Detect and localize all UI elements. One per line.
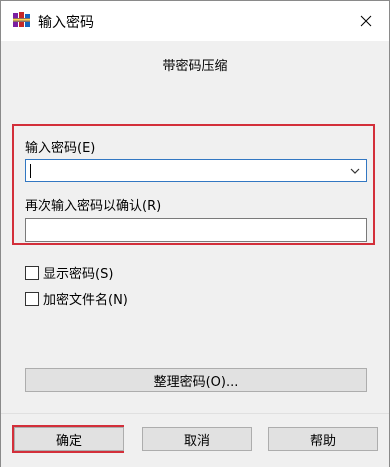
- dialog-footer: 确定 取消 帮助: [1, 413, 389, 467]
- show-password-checkbox[interactable]: [25, 265, 39, 280]
- close-icon: [360, 15, 372, 27]
- dialog-subtitle: 带密码压缩: [162, 59, 228, 74]
- encrypt-filenames-label: 加密文件名(N): [43, 293, 128, 308]
- encrypt-filenames-option[interactable]: 加密文件名(N): [25, 289, 128, 308]
- confirm-password-label: 再次输入密码以确认(R): [25, 199, 162, 214]
- dialog-content: 带密码压缩 输入密码(E) 再次输入密码以确认(R) 显示密码(S) 加密文件名…: [1, 41, 389, 413]
- encrypt-filenames-checkbox[interactable]: [25, 291, 39, 306]
- cancel-button[interactable]: 取消: [142, 427, 252, 451]
- confirm-password-input[interactable]: [25, 218, 367, 242]
- password-label: 输入密码(E): [25, 141, 96, 156]
- help-button[interactable]: 帮助: [268, 427, 378, 451]
- close-button[interactable]: [343, 1, 389, 41]
- title-bar: 输入密码: [1, 1, 389, 41]
- show-password-label: 显示密码(S): [43, 267, 114, 282]
- ok-button[interactable]: 确定: [14, 427, 124, 451]
- organize-passwords-button[interactable]: 整理密码(O)...: [25, 368, 367, 392]
- chevron-down-icon[interactable]: [348, 164, 362, 178]
- password-combobox[interactable]: [25, 159, 367, 182]
- show-password-option[interactable]: 显示密码(S): [25, 263, 113, 282]
- text-caret: [30, 164, 31, 178]
- password-dialog: 输入密码 带密码压缩 输入密码(E) 再次输入密码以确认(R) 显示密码(S) …: [0, 0, 390, 467]
- window-title: 输入密码: [38, 15, 94, 31]
- winrar-books-icon: [13, 12, 30, 27]
